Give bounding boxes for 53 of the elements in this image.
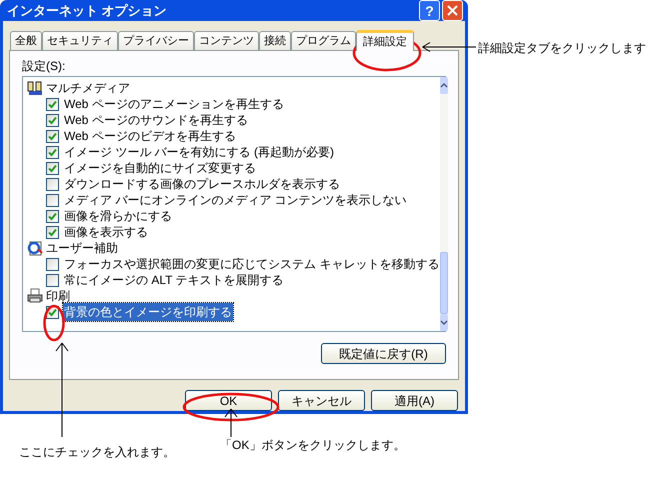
tab[interactable]: コンテンツ — [194, 31, 259, 50]
close-button[interactable] — [442, 0, 463, 21]
checkbox[interactable] — [46, 194, 59, 206]
group-label: ユーザー補助 — [46, 240, 118, 257]
checkbox[interactable] — [46, 210, 59, 222]
setting-option[interactable]: メディア バーにオンラインのメディア コンテンツを表示しない — [63, 191, 408, 209]
callout-arrow — [422, 42, 476, 52]
checkbox[interactable] — [46, 162, 59, 174]
dialog-button[interactable]: キャンセル — [278, 390, 365, 411]
checkbox[interactable] — [46, 146, 59, 158]
tab[interactable]: プライバシー — [118, 31, 194, 50]
checkbox[interactable] — [46, 178, 59, 190]
checkbox[interactable] — [46, 274, 59, 286]
tab[interactable]: 接続 — [259, 31, 291, 50]
setting-option[interactable]: Web ページのアニメーションを再生する — [63, 95, 285, 113]
window-title: インターネット オプション — [7, 2, 167, 20]
annotation-ellipse — [43, 304, 65, 342]
setting-option[interactable]: 背景の色とイメージを印刷する — [63, 303, 233, 321]
tab[interactable]: 詳細設定 — [356, 30, 414, 51]
checkbox[interactable] — [46, 226, 59, 238]
setting-option[interactable]: ダウンロードする画像のプレースホルダを表示する — [63, 175, 341, 193]
checkbox[interactable] — [46, 130, 59, 142]
group-label: マルチメディア — [46, 80, 130, 97]
callout-text: 詳細設定タブをクリックします — [478, 40, 646, 57]
checkbox[interactable] — [46, 258, 59, 270]
callout-arrow — [224, 408, 238, 438]
close-icon — [447, 5, 458, 16]
setting-option[interactable]: Web ページのサウンドを再生する — [63, 111, 249, 129]
tab[interactable]: プログラム — [291, 31, 356, 50]
checkbox[interactable] — [46, 114, 59, 126]
scroll-thumb[interactable] — [440, 252, 448, 314]
dialog-button[interactable]: 適用(A) — [371, 390, 458, 411]
restore-defaults-button[interactable]: 既定値に戻す(R) — [321, 343, 446, 364]
help-button[interactable]: ? — [419, 0, 440, 21]
tab[interactable]: 全般 — [10, 31, 42, 50]
tab[interactable]: セキュリティ — [42, 31, 118, 50]
setting-option[interactable]: イメージ ツール バーを有効にする (再起動が必要) — [63, 143, 335, 161]
setting-option[interactable]: イメージを自動的にサイズ変更する — [63, 159, 257, 177]
setting-option[interactable]: フォーカスや選択範囲の変更に応じてシステム キャレットを移動する — [63, 255, 440, 273]
setting-option[interactable]: 常にイメージの ALT テキストを展開する — [63, 271, 285, 289]
setting-option[interactable]: 画像を滑らかにする — [63, 207, 173, 225]
callout-text: ここにチェックを入れます。 — [19, 444, 175, 461]
group-label: 印刷 — [46, 288, 70, 305]
scroll-up-icon[interactable] — [440, 77, 448, 94]
checkbox[interactable] — [46, 98, 59, 110]
scrollbar[interactable] — [440, 77, 448, 331]
setting-option[interactable]: Web ページのビデオを再生する — [63, 127, 237, 145]
speakers-icon — [27, 80, 43, 96]
callout-text: 「OK」ボタンをクリックします。 — [220, 437, 406, 454]
scroll-down-icon[interactable] — [440, 314, 448, 331]
settings-label: 設定(S): — [22, 59, 66, 73]
setting-option[interactable]: 画像を表示する — [63, 223, 149, 241]
printer-icon — [27, 288, 43, 304]
